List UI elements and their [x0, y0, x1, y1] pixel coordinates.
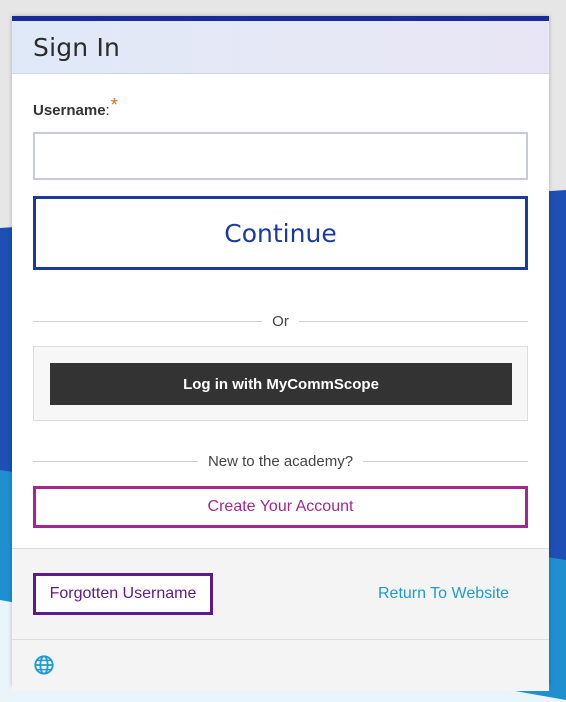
required-asterisk: * [110, 95, 118, 115]
card-footer: Forgotten Username Return To Website [12, 548, 549, 691]
or-divider: Or [33, 311, 529, 331]
username-label-colon: : [105, 102, 110, 119]
forgotten-username-button[interactable]: Forgotten Username [33, 573, 213, 615]
or-text: Or [272, 312, 289, 330]
page-title: Sign In [33, 32, 121, 62]
continue-button[interactable]: Continue [33, 196, 528, 270]
divider-line-left [33, 460, 198, 462]
divider-line-right [298, 320, 529, 322]
create-account-button[interactable]: Create Your Account [33, 486, 528, 528]
username-label: Username:* [33, 95, 118, 120]
card-header: Sign In [12, 21, 549, 74]
new-to-academy-text: New to the academy? [207, 452, 354, 470]
footer-divider [12, 639, 549, 640]
sign-in-card: Sign In Username:* Continue Or Log in wi… [12, 16, 549, 691]
username-input[interactable] [33, 132, 528, 180]
divider-line-right [363, 460, 529, 462]
return-to-website-link[interactable]: Return To Website [378, 585, 509, 603]
username-label-text: Username [33, 102, 106, 119]
sso-panel: Log in with MyCommScope [33, 346, 528, 421]
divider-line-left [33, 320, 263, 322]
globe-icon[interactable] [33, 654, 55, 676]
mycommscope-login-button[interactable]: Log in with MyCommScope [50, 363, 512, 405]
new-user-divider: New to the academy? [33, 451, 529, 471]
